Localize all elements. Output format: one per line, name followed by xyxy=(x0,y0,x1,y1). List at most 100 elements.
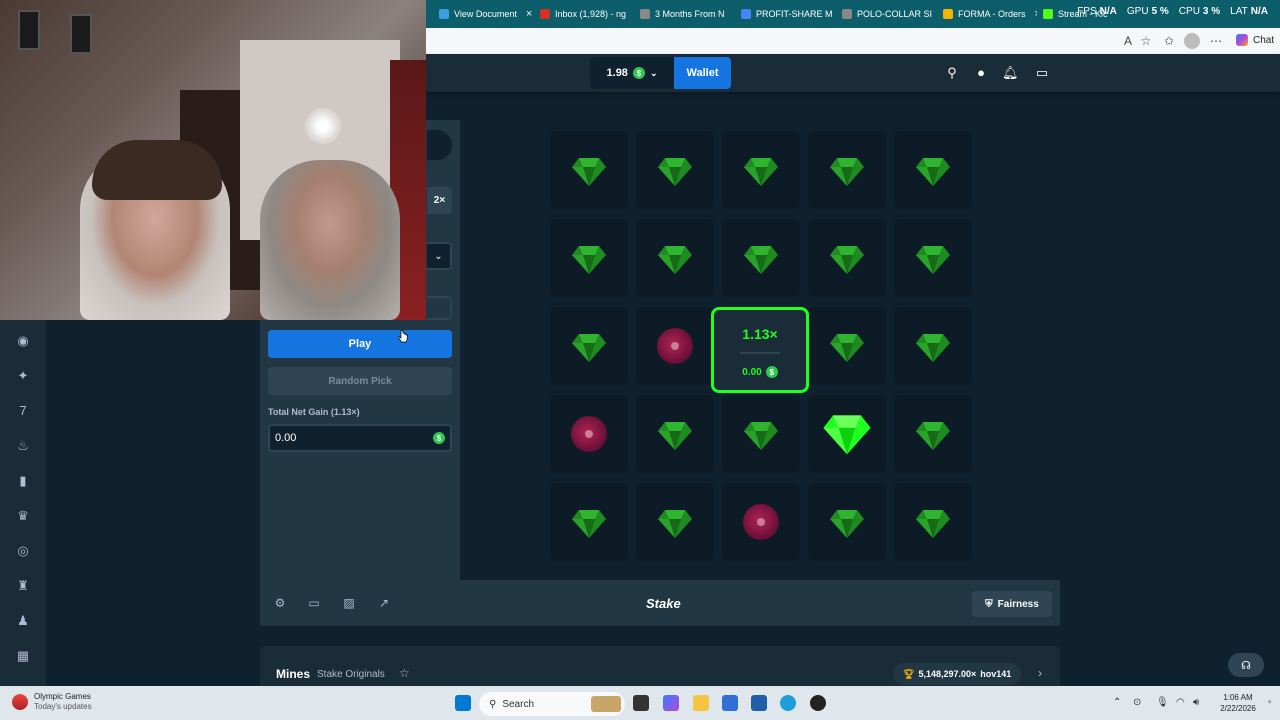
grid-tile[interactable] xyxy=(550,131,628,209)
table-games-icon[interactable]: ♜ xyxy=(14,577,32,595)
copilot-taskbar-icon[interactable] xyxy=(663,695,679,711)
grid-tile[interactable] xyxy=(808,307,886,385)
favorite-star-icon[interactable]: ☆ xyxy=(1138,33,1154,49)
collections-icon[interactable]: ✩ xyxy=(1161,33,1177,49)
gem-icon xyxy=(743,240,779,276)
tray-chevron-icon[interactable]: ⌃ xyxy=(1113,697,1121,708)
balance-display[interactable]: 1.98 $ ⌄ xyxy=(590,57,674,89)
browser-tab[interactable]: FORMA - Orders× xyxy=(937,3,1037,25)
tab-close-icon[interactable]: × xyxy=(522,8,532,20)
play-button[interactable]: Play xyxy=(268,330,452,358)
browser-tab[interactable]: POLO-COLLAR SI× xyxy=(836,3,936,25)
browser-tab[interactable]: 3 Months From N × xyxy=(634,3,734,25)
all-games-grid-icon[interactable]: ▦ xyxy=(14,647,32,665)
live-stats-icon[interactable]: ▨ xyxy=(342,596,356,610)
grid-tile[interactable] xyxy=(550,395,628,473)
notifications-icon[interactable]: ▫ xyxy=(1268,697,1272,708)
grid-tile[interactable] xyxy=(722,219,800,297)
news-widget[interactable]: Olympic Games Today's updates xyxy=(12,692,92,712)
grid-tile[interactable] xyxy=(894,307,972,385)
grid-tile[interactable] xyxy=(636,131,714,209)
perf-stat-value: 3 % xyxy=(1202,6,1221,17)
browser-tab[interactable]: PROFIT-SHARE M× xyxy=(735,3,835,25)
microphone-icon[interactable]: 🎙︎ xyxy=(1156,697,1169,708)
grid-tile[interactable] xyxy=(722,483,800,561)
grid-tile[interactable] xyxy=(808,395,886,473)
notification-bell-icon[interactable]: 🔔︎ xyxy=(1002,65,1019,81)
grid-tile[interactable] xyxy=(636,483,714,561)
net-gain-field[interactable]: 0.00 $ xyxy=(268,424,452,452)
task-view-icon[interactable] xyxy=(633,695,649,711)
mines-count-dropdown[interactable]: ⌄ xyxy=(427,242,452,270)
browser-tab[interactable]: Inbox (1,928) - ng× xyxy=(534,3,634,25)
fairness-button[interactable]: ⛨ Fairness xyxy=(972,591,1052,617)
cashout-tile[interactable]: 1.13× 0.00 $ xyxy=(711,307,809,393)
grid-tile[interactable] xyxy=(722,395,800,473)
slots-icon[interactable]: 7 xyxy=(14,402,32,420)
hot-games-icon[interactable]: ♨ xyxy=(14,437,32,455)
grid-tile[interactable] xyxy=(808,131,886,209)
top-win-badge[interactable]: 🏆︎ 5,148,297.00× hov141 xyxy=(893,663,1022,685)
wifi-icon[interactable]: ◠ xyxy=(1176,697,1185,708)
windows-start-icon[interactable] xyxy=(455,695,471,711)
new-releases-icon[interactable]: ✦ xyxy=(14,367,32,385)
grid-tile[interactable] xyxy=(550,219,628,297)
game-shows-icon[interactable]: ▮ xyxy=(14,472,32,490)
headset-icon: ☊ xyxy=(1241,659,1251,672)
game-subtitle[interactable]: Stake Originals xyxy=(317,669,385,680)
tab-close-icon[interactable]: × xyxy=(730,8,735,20)
gem-icon xyxy=(822,407,872,457)
gems-count-field[interactable] xyxy=(427,296,452,320)
perf-stat-value: N/A xyxy=(1099,6,1117,17)
read-aloud-icon[interactable]: A xyxy=(1120,33,1136,49)
user-icon[interactable]: ● xyxy=(973,65,989,81)
browser-tab[interactable]: View Document × xyxy=(433,3,533,25)
grid-tile[interactable] xyxy=(894,131,972,209)
gem-icon xyxy=(829,504,865,540)
chat-label[interactable]: Chat xyxy=(1253,35,1274,46)
grid-tile[interactable] xyxy=(636,395,714,473)
random-pick-button[interactable]: Random Pick xyxy=(268,367,452,395)
popout-icon[interactable]: ↗ xyxy=(377,596,391,610)
news-title: Olympic Games xyxy=(34,692,91,701)
chat-icon[interactable]: ▭ xyxy=(1034,65,1050,81)
theatre-mode-icon[interactable]: ▭ xyxy=(307,596,321,610)
grid-tile[interactable] xyxy=(636,307,714,385)
grid-tile[interactable] xyxy=(636,219,714,297)
wallet-button[interactable]: Wallet xyxy=(674,57,731,89)
copilot-icon[interactable] xyxy=(1236,34,1248,46)
grid-tile[interactable] xyxy=(894,483,972,561)
profile-avatar[interactable] xyxy=(1184,33,1200,49)
chevron-down-icon: ⌄ xyxy=(434,250,443,262)
network-tray-icon[interactable]: ⊙ xyxy=(1133,697,1141,708)
guest-person xyxy=(260,160,400,320)
exclusives-icon[interactable]: ♛ xyxy=(14,507,32,525)
obs-icon[interactable] xyxy=(810,695,826,711)
settings-gear-icon[interactable]: ⚙ xyxy=(273,596,287,610)
trophy-icon[interactable]: ♟ xyxy=(14,612,32,630)
grid-tile[interactable] xyxy=(808,219,886,297)
more-options-icon[interactable]: ⋯ xyxy=(1208,33,1224,49)
system-clock[interactable]: 1:06 AM 2/22/2026 xyxy=(1208,692,1268,714)
grid-tile[interactable] xyxy=(894,219,972,297)
double-bet-button[interactable]: 2× xyxy=(427,187,452,214)
gem-icon xyxy=(915,240,951,276)
stake-originals-icon[interactable]: ◉ xyxy=(14,332,32,350)
grid-tile[interactable] xyxy=(894,395,972,473)
grid-tile[interactable] xyxy=(550,307,628,385)
live-casino-icon[interactable]: ◎ xyxy=(14,542,32,560)
file-explorer-icon[interactable] xyxy=(693,695,709,711)
perf-stat-value: N/A xyxy=(1250,6,1268,17)
favorite-star-icon[interactable]: ☆ xyxy=(399,666,410,680)
taskbar-search[interactable]: ⚲ Search xyxy=(479,692,625,716)
search-icon[interactable]: ⚲ xyxy=(944,65,960,81)
grid-tile[interactable] xyxy=(550,483,628,561)
live-support-button[interactable]: ☊ xyxy=(1228,653,1264,677)
outlook-icon[interactable] xyxy=(751,695,767,711)
edge-browser-icon[interactable] xyxy=(780,695,796,711)
volume-icon[interactable]: 🔊︎ xyxy=(1193,697,1199,708)
store-icon[interactable] xyxy=(722,695,738,711)
chevron-right-icon[interactable]: › xyxy=(1038,666,1042,680)
grid-tile[interactable] xyxy=(808,483,886,561)
grid-tile[interactable] xyxy=(722,131,800,209)
